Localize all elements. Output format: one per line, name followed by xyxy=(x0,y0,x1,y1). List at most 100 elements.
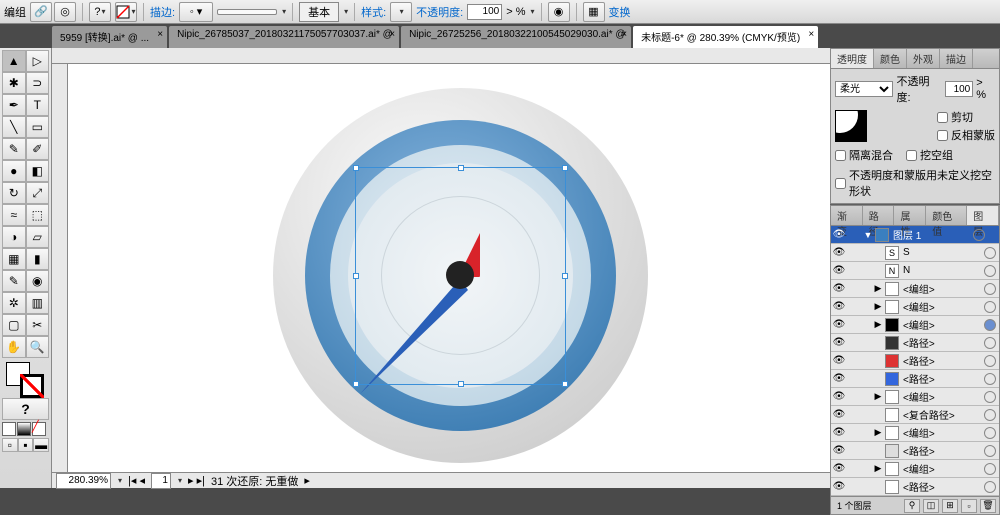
layer-name[interactable]: 图层 1 xyxy=(891,227,973,242)
panel-tab[interactable]: 属性 xyxy=(894,206,926,225)
target-icon[interactable] xyxy=(984,445,996,457)
layer-name[interactable]: N xyxy=(901,265,984,276)
link-icon[interactable]: 🔗 xyxy=(30,2,52,22)
knockout-checkbox[interactable]: 挖空组 xyxy=(906,147,953,163)
recolor-icon[interactable]: ◉ xyxy=(548,2,570,22)
layer-name[interactable]: <编组> xyxy=(901,317,984,332)
rotate-tool[interactable]: ↻ xyxy=(2,182,26,204)
layer-thumbnail[interactable] xyxy=(885,480,899,494)
target-icon[interactable] xyxy=(984,391,996,403)
delete-layer-icon[interactable]: 🗑 xyxy=(980,499,996,513)
expand-icon[interactable]: ▶ xyxy=(873,463,883,474)
layer-row[interactable]: 👁▶<编组> xyxy=(831,388,999,406)
selection-bounding-box[interactable] xyxy=(355,167,566,385)
layer-name[interactable]: <路径> xyxy=(901,353,984,368)
visibility-icon[interactable]: 👁 xyxy=(831,319,847,330)
layer-row[interactable]: 👁 <路径> xyxy=(831,370,999,388)
visibility-icon[interactable]: 👁 xyxy=(831,373,847,384)
expand-icon[interactable]: ▶ xyxy=(873,319,883,330)
layer-name[interactable]: <编组> xyxy=(901,425,984,440)
layer-name[interactable]: <编组> xyxy=(901,299,984,314)
new-layer-icon[interactable]: ▫ xyxy=(961,499,977,513)
selection-tool[interactable]: ▲ xyxy=(2,50,26,72)
line-tool[interactable]: ╲ xyxy=(2,116,26,138)
blend-mode-select[interactable]: 柔光 xyxy=(835,81,893,97)
expand-icon[interactable]: ▶ xyxy=(873,391,883,402)
target-icon[interactable] xyxy=(984,355,996,367)
visibility-icon[interactable]: 👁 xyxy=(831,337,847,348)
target-icon[interactable] xyxy=(984,481,996,493)
panel-opacity-input[interactable] xyxy=(945,81,973,97)
target-icon[interactable] xyxy=(984,427,996,439)
perspective-tool[interactable]: ▱ xyxy=(26,226,50,248)
hand-tool[interactable]: ✋ xyxy=(2,336,26,358)
layer-thumbnail[interactable] xyxy=(885,390,899,404)
document-tab[interactable]: 5959 [转换].ai* @ ...× xyxy=(52,26,167,48)
scale-tool[interactable]: ⤢ xyxy=(26,182,50,204)
target-icon[interactable]: ◎ xyxy=(54,2,76,22)
transform-label[interactable]: 变换 xyxy=(609,4,631,20)
style-label[interactable]: 样式: xyxy=(361,4,386,20)
expand-icon[interactable]: ▶ xyxy=(873,427,883,438)
expand-icon[interactable]: ▶ xyxy=(873,283,883,294)
layer-name[interactable]: <编组> xyxy=(901,389,984,404)
screen-mode-normal[interactable]: ▫ xyxy=(2,438,18,452)
clip-checkbox[interactable]: 剪切 xyxy=(937,109,995,125)
layer-thumbnail[interactable] xyxy=(885,444,899,458)
close-tab-icon[interactable]: × xyxy=(157,29,163,40)
layer-thumbnail[interactable]: S xyxy=(885,246,899,260)
zoom-tool[interactable]: 🔍 xyxy=(26,336,50,358)
panel-tab[interactable]: 图层 xyxy=(967,206,999,225)
layer-name[interactable]: <编组> xyxy=(901,281,984,296)
artboard-tool[interactable]: ▢ xyxy=(2,314,26,336)
layer-row[interactable]: 👁<复合路径> xyxy=(831,406,999,424)
visibility-icon[interactable]: 👁 xyxy=(831,229,847,240)
new-sublayer-icon[interactable]: ⊞ xyxy=(942,499,958,513)
close-tab-icon[interactable]: × xyxy=(621,29,627,40)
panel-tab[interactable]: 外观 xyxy=(907,49,940,68)
eraser-tool[interactable]: ◧ xyxy=(26,160,50,182)
layer-thumbnail[interactable] xyxy=(885,300,899,314)
shape-builder-tool[interactable]: ◑ xyxy=(2,226,26,248)
layer-name[interactable]: <路径> xyxy=(901,371,984,386)
stroke-profile[interactable] xyxy=(217,9,277,15)
close-tab-icon[interactable]: × xyxy=(389,29,395,40)
artboard-input[interactable] xyxy=(151,473,171,489)
target-icon[interactable] xyxy=(984,283,996,295)
mask-preview[interactable] xyxy=(835,110,867,142)
layer-thumbnail[interactable] xyxy=(885,336,899,350)
target-icon[interactable] xyxy=(984,265,996,277)
mesh-tool[interactable]: ▦ xyxy=(2,248,26,270)
layer-name[interactable]: S xyxy=(901,247,984,258)
layer-thumbnail[interactable] xyxy=(885,426,899,440)
layer-thumbnail[interactable]: N xyxy=(885,264,899,278)
layer-row[interactable]: 👁<路径> xyxy=(831,334,999,352)
zoom-input[interactable] xyxy=(56,473,111,489)
visibility-icon[interactable]: 👁 xyxy=(831,409,847,420)
visibility-icon[interactable]: 👁 xyxy=(831,265,847,276)
help-tool[interactable]: ? xyxy=(2,398,49,420)
layer-thumbnail[interactable] xyxy=(885,408,899,422)
screen-mode-full[interactable]: ▪ xyxy=(18,438,34,452)
layer-row[interactable]: 👁 NN xyxy=(831,262,999,280)
help-icon[interactable]: ?▾ xyxy=(89,2,111,22)
pen-tool[interactable]: ✒ xyxy=(2,94,26,116)
visibility-icon[interactable]: 👁 xyxy=(831,445,847,456)
visibility-icon[interactable]: 👁 xyxy=(831,283,847,294)
layer-thumbnail[interactable] xyxy=(885,372,899,386)
no-fill-icon[interactable]: ▾ xyxy=(115,2,137,22)
blob-brush-tool[interactable]: ● xyxy=(2,160,26,182)
layer-row[interactable]: 👁<路径> xyxy=(831,478,999,496)
visibility-icon[interactable]: 👁 xyxy=(831,247,847,258)
target-icon[interactable] xyxy=(973,229,985,241)
canvas[interactable] xyxy=(68,64,830,472)
make-clipping-icon[interactable]: ◫ xyxy=(923,499,939,513)
graph-tool[interactable]: ▥ xyxy=(26,292,50,314)
panel-tab[interactable]: 颜色 xyxy=(874,49,907,68)
type-tool[interactable]: T xyxy=(26,94,50,116)
layer-list[interactable]: 👁▼图层 1👁SS👁NN👁▶<编组>👁▶<编组>👁▶<编组>👁<路径>👁<路径>… xyxy=(831,226,999,496)
screen-mode-pres[interactable]: ▬ xyxy=(33,438,49,452)
layer-name[interactable]: <路径> xyxy=(901,479,984,494)
free-transform-tool[interactable]: ⬚ xyxy=(26,204,50,226)
layer-thumbnail[interactable] xyxy=(875,228,889,242)
